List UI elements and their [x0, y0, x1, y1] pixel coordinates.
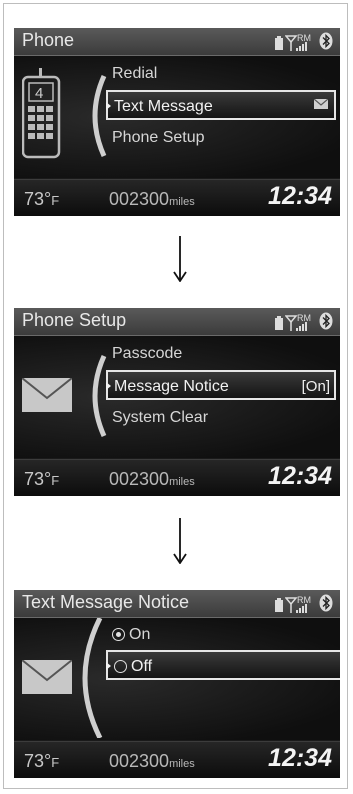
info-bar: 73°F 002300miles 12:34 [14, 741, 340, 778]
menu-area: Passcode Message Notice [On] System Clea… [14, 336, 340, 458]
temperature: 73°F [24, 469, 60, 489]
phone-screen: Phone RM 4 Redial Text Message Phone Set… [14, 28, 340, 216]
menu-item-label: Passcode [112, 345, 183, 362]
menu-item-text-message[interactable]: Text Message [106, 90, 336, 120]
arrow-down-icon [173, 236, 187, 282]
envelope-icon [314, 99, 328, 109]
radio-option-off[interactable]: Off [106, 650, 340, 680]
menu-item-phone-setup[interactable]: Phone Setup [106, 123, 336, 153]
phone-icon: 4 [22, 68, 61, 159]
info-bar: 73°F 002300miles 12:34 [14, 459, 340, 496]
menu-item-label: Text Message [114, 98, 213, 115]
menu-item-system-clear[interactable]: System Clear [106, 403, 336, 433]
temperature: 73°F [24, 189, 60, 209]
menu-item-redial[interactable]: Redial [106, 59, 336, 89]
phone-setup-screen: Phone Setup RM Passcode Message Notice [… [14, 308, 340, 496]
text-message-notice-screen: Text Message Notice RM On Off 73°F 00230… [14, 590, 340, 778]
odometer: 002300miles [109, 751, 195, 771]
option-label: Off [131, 658, 153, 675]
odometer: 002300miles [109, 189, 195, 209]
selection-marker [106, 382, 111, 390]
radio-unchecked-icon [114, 660, 127, 673]
title-bar: Phone Setup RM [14, 308, 340, 336]
clock: 12:34 [268, 462, 332, 490]
temperature: 73°F [24, 751, 60, 771]
info-bar: 73°F 002300miles 12:34 [14, 179, 340, 216]
battery-icon [275, 36, 283, 50]
screen-title: Text Message Notice [22, 592, 190, 612]
envelope-icon [22, 660, 72, 694]
battery-icon [275, 316, 283, 330]
menu-item-passcode[interactable]: Passcode [106, 339, 336, 369]
status-icons: RM [275, 31, 335, 53]
battery-icon [275, 598, 283, 612]
bluetooth-icon [319, 312, 333, 330]
bluetooth-icon [319, 32, 333, 50]
menu-area: 4 Redial Text Message Phone Setup [14, 56, 340, 178]
title-bar: Phone RM [14, 28, 340, 56]
roaming-label: RM [297, 33, 311, 43]
clock: 12:34 [268, 744, 332, 772]
status-icons: RM [275, 311, 335, 333]
selection-marker [106, 662, 111, 670]
menu-item-label: Message Notice [114, 378, 229, 395]
clock: 12:34 [268, 182, 332, 210]
status-icons: RM [275, 593, 335, 615]
bluetooth-icon [319, 594, 333, 612]
roaming-label: RM [297, 313, 311, 323]
menu-area: On Off [14, 618, 340, 740]
phone-display-text: 4 [35, 85, 43, 102]
radio-checked-icon [112, 628, 125, 641]
screen-title: Phone Setup [22, 310, 127, 330]
option-label: On [129, 626, 151, 643]
menu-item-value: [On] [301, 378, 330, 395]
selection-marker [106, 102, 111, 110]
selection-arc [82, 618, 103, 738]
envelope-icon [22, 378, 72, 412]
signal-icon: RM [285, 595, 311, 613]
roaming-label: RM [297, 595, 311, 605]
signal-icon: RM [285, 313, 311, 331]
menu-item-message-notice[interactable]: Message Notice [On] [106, 370, 336, 400]
signal-icon: RM [285, 33, 311, 51]
arrow-down-icon [173, 518, 187, 564]
screen-title: Phone [22, 30, 75, 50]
title-bar: Text Message Notice RM [14, 590, 340, 618]
menu-item-label: System Clear [112, 409, 209, 426]
odometer: 002300miles [109, 469, 195, 489]
radio-option-on[interactable]: On [106, 620, 336, 650]
menu-item-label: Redial [112, 65, 158, 82]
menu-item-label: Phone Setup [112, 129, 205, 146]
